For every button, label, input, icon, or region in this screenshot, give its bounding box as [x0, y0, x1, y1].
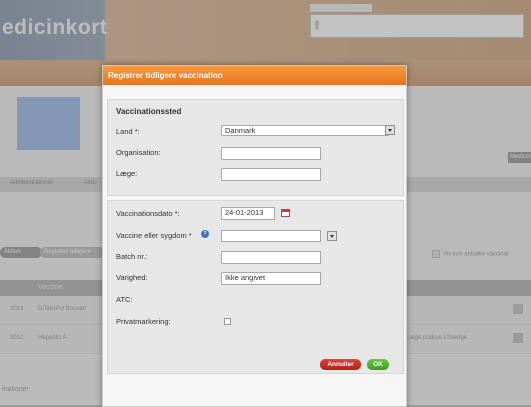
atc-label: ATC: [116, 295, 133, 304]
date-label: Vaccinationsdato *: [116, 209, 180, 218]
date-input[interactable]: 24-01-2013 [221, 207, 275, 220]
help-icon[interactable]: ? [201, 230, 209, 238]
batch-input[interactable] [221, 251, 321, 264]
duration-value: Ikke angivet [225, 273, 266, 282]
vaccination-details-section: Vaccinationsdato *: 24-01-2013 Vaccine e… [107, 200, 404, 374]
dialog-title: Registrer tidligere vaccination [103, 66, 406, 85]
doctor-label: Læge: [116, 169, 138, 178]
organisation-input[interactable] [221, 147, 321, 160]
doctor-input[interactable] [221, 168, 321, 181]
organisation-label: Organisation: [116, 148, 161, 157]
calendar-icon[interactable] [281, 209, 290, 217]
register-vaccination-dialog: Registrer tidligere vaccination Vaccinat… [102, 65, 407, 407]
private-label: Privatmarkering: [116, 317, 171, 326]
country-select[interactable]: Danmark [221, 125, 389, 136]
duration-input[interactable]: Ikke angivet [221, 272, 321, 285]
vaccine-input[interactable] [221, 230, 321, 242]
private-checkbox[interactable] [224, 318, 231, 325]
vaccine-dropdown-button[interactable] [327, 231, 337, 241]
batch-label: Batch nr.: [116, 252, 148, 261]
section-title-place: Vaccinationssted [116, 107, 182, 116]
date-value: 24-01-2013 [225, 208, 264, 217]
vaccination-place-section: Vaccinationssted Land *: Danmark Organis… [107, 99, 404, 196]
ok-button[interactable]: OK [367, 359, 389, 370]
cancel-button[interactable]: Annuller [320, 359, 361, 370]
vaccine-label: Vaccine eller sygdom * [116, 231, 192, 240]
country-dropdown-button[interactable] [385, 125, 395, 135]
country-label: Land *: [116, 127, 140, 136]
duration-label: Varighed: [116, 273, 148, 282]
country-value: Danmark [225, 126, 256, 135]
